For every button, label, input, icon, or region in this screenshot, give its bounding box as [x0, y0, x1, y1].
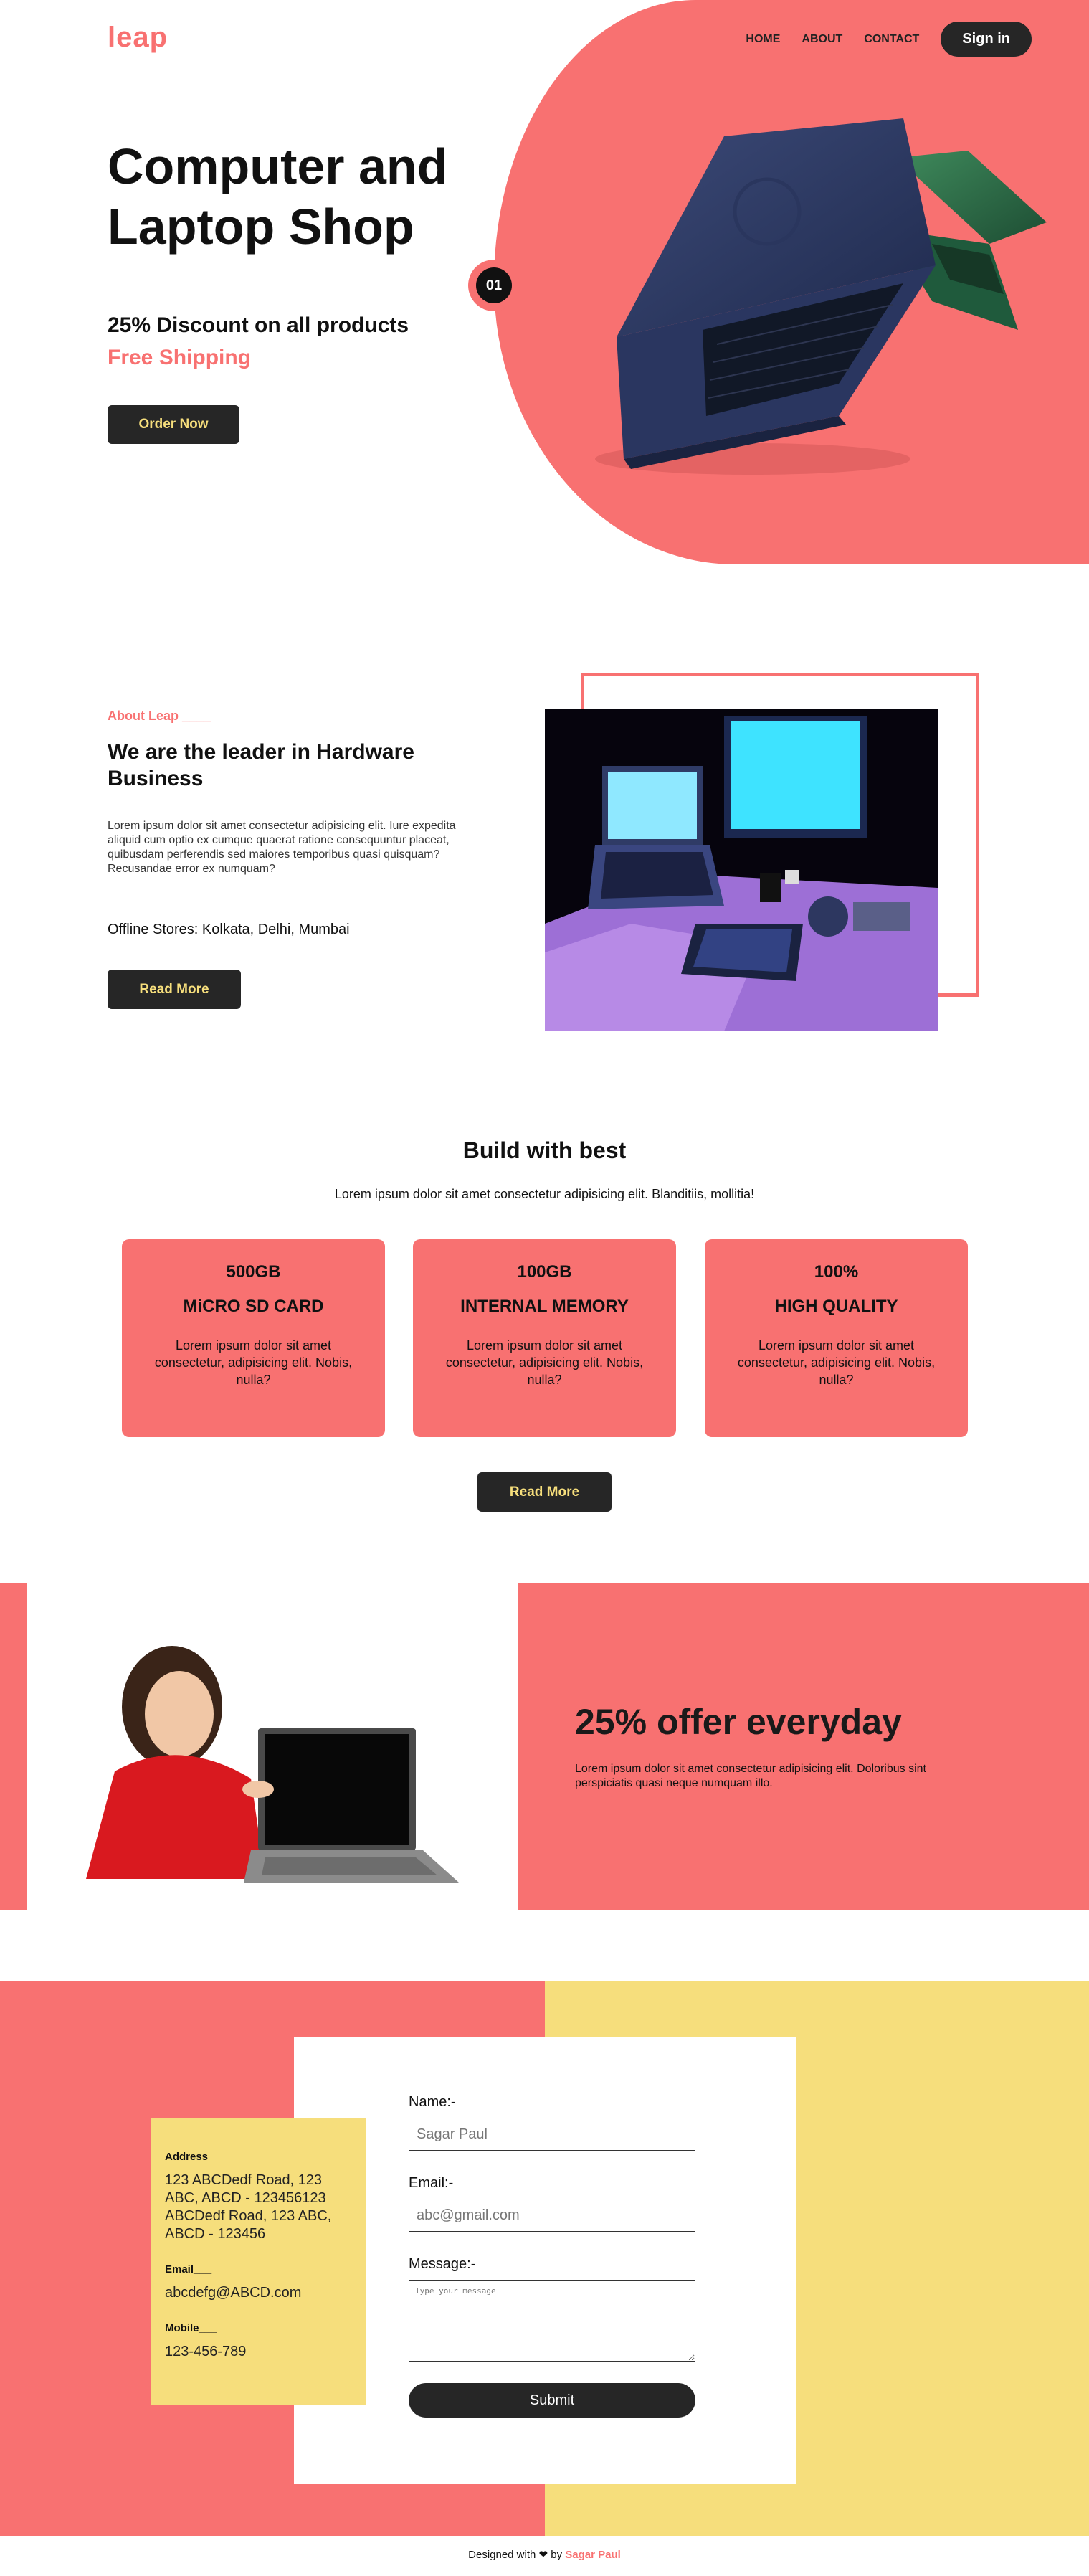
offer-text: Lorem ipsum dolor sit amet consectetur a… [575, 1763, 926, 1789]
name-input[interactable] [409, 2118, 695, 2151]
feature-card-text: Lorem ipsum dolor sit amet consectetur, … [154, 1338, 353, 1387]
feature-card: 100% HIGH QUALITY Lorem ipsum dolor sit … [705, 1239, 968, 1437]
contact-info-card: Address___ 123 ABCDedf Road, 123 ABC, AB… [151, 2118, 366, 2405]
email-form-label: Email:- [409, 2175, 454, 2191]
order-now-button[interactable]: Order Now [108, 405, 239, 444]
build-subtitle: Lorem ipsum dolor sit amet consectetur a… [334, 1187, 755, 1201]
build-read-more-button[interactable]: Read More [477, 1472, 612, 1512]
sign-in-button[interactable]: Sign in [941, 22, 1032, 57]
contact-form: Name:- Email:- Message:- Submit [409, 2094, 695, 2418]
feature-card-title: HIGH QUALITY [774, 1297, 898, 1316]
mobile-label: Mobile___ [165, 2322, 217, 2334]
feature-card-text: Lorem ipsum dolor sit amet consectetur, … [737, 1338, 936, 1387]
feature-card: 100GB INTERNAL MEMORY Lorem ipsum dolor … [413, 1239, 676, 1437]
offline-stores: Offline Stores: Kolkata, Delhi, Mumbai [108, 922, 350, 937]
address-label: Address___ [165, 2151, 227, 2163]
hero-section: leap HOME ABOUT CONTACT Sign in Computer… [0, 0, 1089, 567]
woman-with-laptop-image [86, 1646, 459, 1883]
page: leap HOME ABOUT CONTACT Sign in Computer… [0, 0, 1089, 2576]
address-value: 123 ABCDedf Road, 123 ABC, ABCD - 123456… [165, 2172, 332, 2242]
footer: Designed with ❤ by Sagar Paul [0, 2548, 1089, 2561]
footer-by: by [551, 2549, 563, 2561]
heart-icon: ❤ [538, 2549, 548, 2561]
footer-author-link[interactable]: Sagar Paul [565, 2549, 621, 2561]
about-read-more-button[interactable]: Read More [108, 970, 241, 1009]
email-value: abcdefg@ABCD.com [165, 2285, 302, 2301]
hero-shipping: Free Shipping [108, 346, 252, 369]
about-tag: About Leap ____ [108, 709, 211, 723]
hero-title: Computer and Laptop Shop [108, 138, 448, 255]
laptops-hero-image [595, 118, 1047, 475]
name-label: Name:- [409, 2094, 456, 2110]
top-nav: HOME ABOUT CONTACT Sign in [746, 22, 1032, 57]
logo[interactable]: leap [108, 22, 168, 54]
slide-number: 01 [476, 267, 512, 303]
build-title: Build with best [462, 1137, 627, 1163]
nav-contact[interactable]: CONTACT [864, 33, 919, 46]
nav-about[interactable]: ABOUT [802, 33, 842, 46]
offer-title: 25% offer everyday [575, 1702, 902, 1742]
feature-card-title: INTERNAL MEMORY [460, 1297, 629, 1316]
submit-button[interactable]: Submit [409, 2383, 695, 2418]
feature-card: 500GB MiCRO SD CARD Lorem ipsum dolor si… [122, 1239, 385, 1437]
feature-card-value: 100GB [517, 1262, 572, 1282]
feature-card-value: 500GB [226, 1262, 281, 1282]
nav-home[interactable]: HOME [746, 33, 780, 46]
message-label: Message:- [409, 2256, 476, 2272]
about-heading: We are the leader in Hardware Business [108, 740, 414, 790]
feature-card-text: Lorem ipsum dolor sit amet consectetur, … [445, 1338, 644, 1387]
mobile-value: 123-456-789 [165, 2344, 247, 2359]
email-input[interactable] [409, 2199, 695, 2232]
hero-discount: 25% Discount on all products [108, 313, 409, 337]
footer-prefix: Designed with [468, 2549, 536, 2561]
feature-card-value: 100% [814, 1262, 859, 1282]
message-textarea[interactable] [409, 2280, 695, 2362]
email-label: Email___ [165, 2263, 212, 2276]
computer-desk-image [545, 709, 938, 1031]
about-text: Lorem ipsum dolor sit amet consectetur a… [108, 820, 456, 875]
feature-card-title: MiCRO SD CARD [183, 1297, 324, 1316]
slide-indicator[interactable]: 01 [468, 260, 520, 311]
